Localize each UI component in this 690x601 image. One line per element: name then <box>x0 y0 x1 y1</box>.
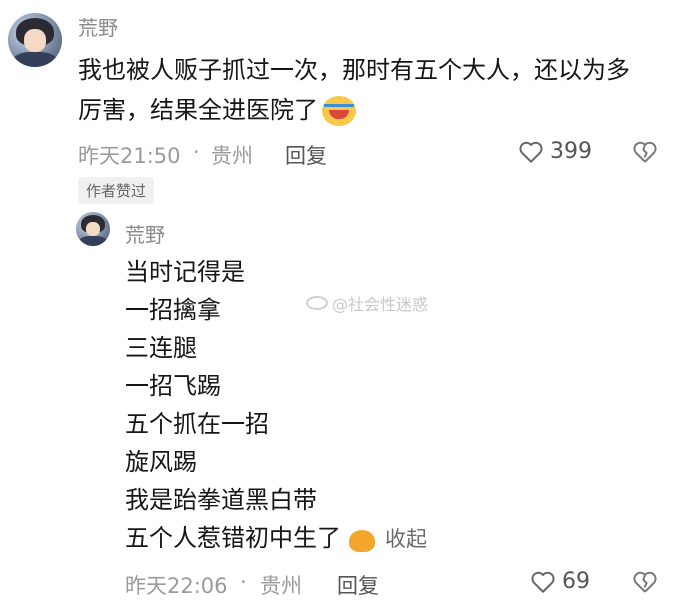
reply-username[interactable]: 荒野 <box>125 219 165 248</box>
heart-icon <box>531 571 555 593</box>
comment-like-count: 399 <box>550 139 592 164</box>
collapse-button[interactable]: 收起 <box>385 527 427 551</box>
comment-thread: 荒野 我也被人贩子抓过一次，那时有五个大人，还以为多 厉害，结果全进医院了 昨天… <box>0 0 690 601</box>
comment-text-line-2-content: 厉害，结果全进医院了 <box>78 96 318 124</box>
reply-line: 旋风踢 <box>125 448 197 476</box>
comment-time: 昨天21:50 <box>78 144 181 168</box>
reply-like-count: 69 <box>562 569 590 594</box>
reply-avatar[interactable] <box>76 212 110 246</box>
broken-heart-icon[interactable] <box>632 570 658 594</box>
reply-like-button[interactable]: 69 <box>530 569 590 594</box>
avatar[interactable] <box>8 13 62 67</box>
reply-time: 昨天22:06 <box>125 574 228 598</box>
watermark-text: @社会性迷惑 <box>332 295 429 314</box>
comment-text-line-1: 我也被人贩子抓过一次，那时有五个大人，还以为多 <box>78 56 630 84</box>
reply-separator: · <box>240 570 247 594</box>
laughing-crying-icon <box>322 96 356 126</box>
author-liked-badge: 作者赞过 <box>78 177 155 204</box>
reply-line: 五个人惹错初中生了 <box>125 524 341 552</box>
comment-text-line-2: 厉害，结果全进医院了 <box>78 90 356 130</box>
comment-like-button[interactable]: 399 <box>518 139 592 164</box>
strong-arm-icon <box>345 524 379 554</box>
reply-location: 贵州 <box>260 574 302 598</box>
comment-location: 贵州 <box>211 144 253 168</box>
reply-last-line: 五个人惹错初中生了 收起 <box>125 518 427 559</box>
reply-line: 当时记得是 <box>125 258 245 286</box>
comment-username[interactable]: 荒野 <box>78 12 118 41</box>
reply-line: 三连腿 <box>125 334 197 362</box>
comment-separator: · <box>193 140 200 164</box>
comment-reply-button[interactable]: 回复 <box>285 140 327 170</box>
heart-icon <box>519 141 543 163</box>
reply-line: 一招擒拿 <box>125 296 221 324</box>
reply-line: 五个抓在一招 <box>125 410 269 438</box>
reply-line: 我是跆拳道黑白带 <box>125 486 317 514</box>
reply-reply-button[interactable]: 回复 <box>337 570 379 600</box>
broken-heart-icon[interactable] <box>632 140 658 164</box>
weibo-icon <box>306 296 328 310</box>
watermark: @社会性迷惑 <box>306 291 428 315</box>
reply-line: 一招飞踢 <box>125 372 221 400</box>
